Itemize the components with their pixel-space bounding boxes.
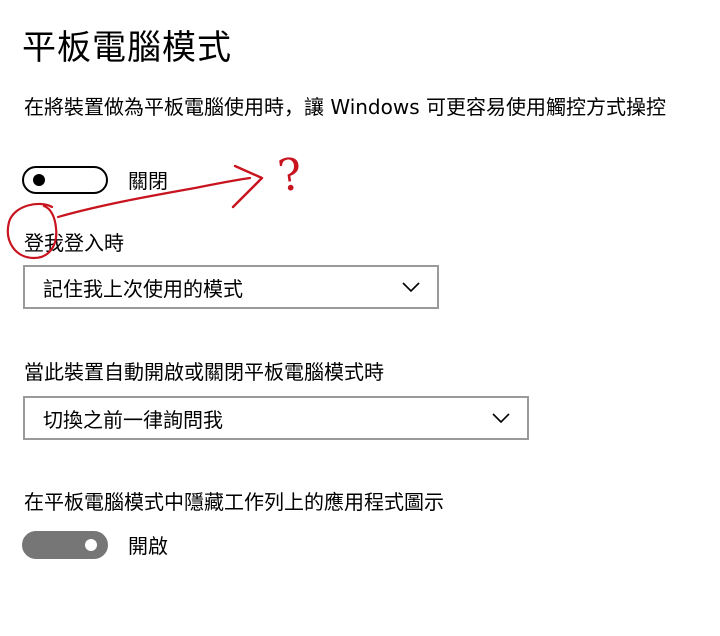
signin-label: 登我登入時: [24, 231, 124, 255]
tablet-mode-description: 在將裝置做為平板電腦使用時，讓 Windows 可更容易使用觸控方式操控: [24, 95, 666, 119]
touch-mode-toggle[interactable]: [22, 165, 108, 194]
auto-switch-label: 當此裝置自動開啟或關閉平板電腦模式時: [24, 360, 384, 384]
toggle-knob: [85, 538, 97, 551]
auto-switch-dropdown[interactable]: 切換之前一律詢問我: [23, 396, 529, 440]
chevron-down-icon: [402, 282, 420, 293]
hide-icons-label: 在平板電腦模式中隱藏工作列上的應用程式圖示: [24, 490, 444, 514]
hide-icons-toggle-row: 開啟: [22, 530, 168, 559]
toggle-knob: [33, 173, 45, 186]
touch-mode-toggle-row: 關閉: [22, 165, 168, 194]
annotation-arrow-head: [231, 164, 264, 209]
signin-mode-dropdown[interactable]: 記住我上次使用的模式: [23, 265, 439, 309]
auto-switch-value: 切換之前一律詢問我: [43, 407, 223, 432]
annotation-question-mark: ?: [275, 149, 305, 203]
page-title: 平板電腦模式: [22, 28, 232, 68]
touch-mode-toggle-label: 關閉: [128, 169, 168, 193]
signin-mode-value: 記住我上次使用的模式: [43, 276, 243, 301]
hide-icons-toggle[interactable]: [22, 530, 108, 559]
chevron-down-icon: [492, 413, 510, 424]
hide-icons-toggle-label: 開啟: [128, 534, 168, 558]
